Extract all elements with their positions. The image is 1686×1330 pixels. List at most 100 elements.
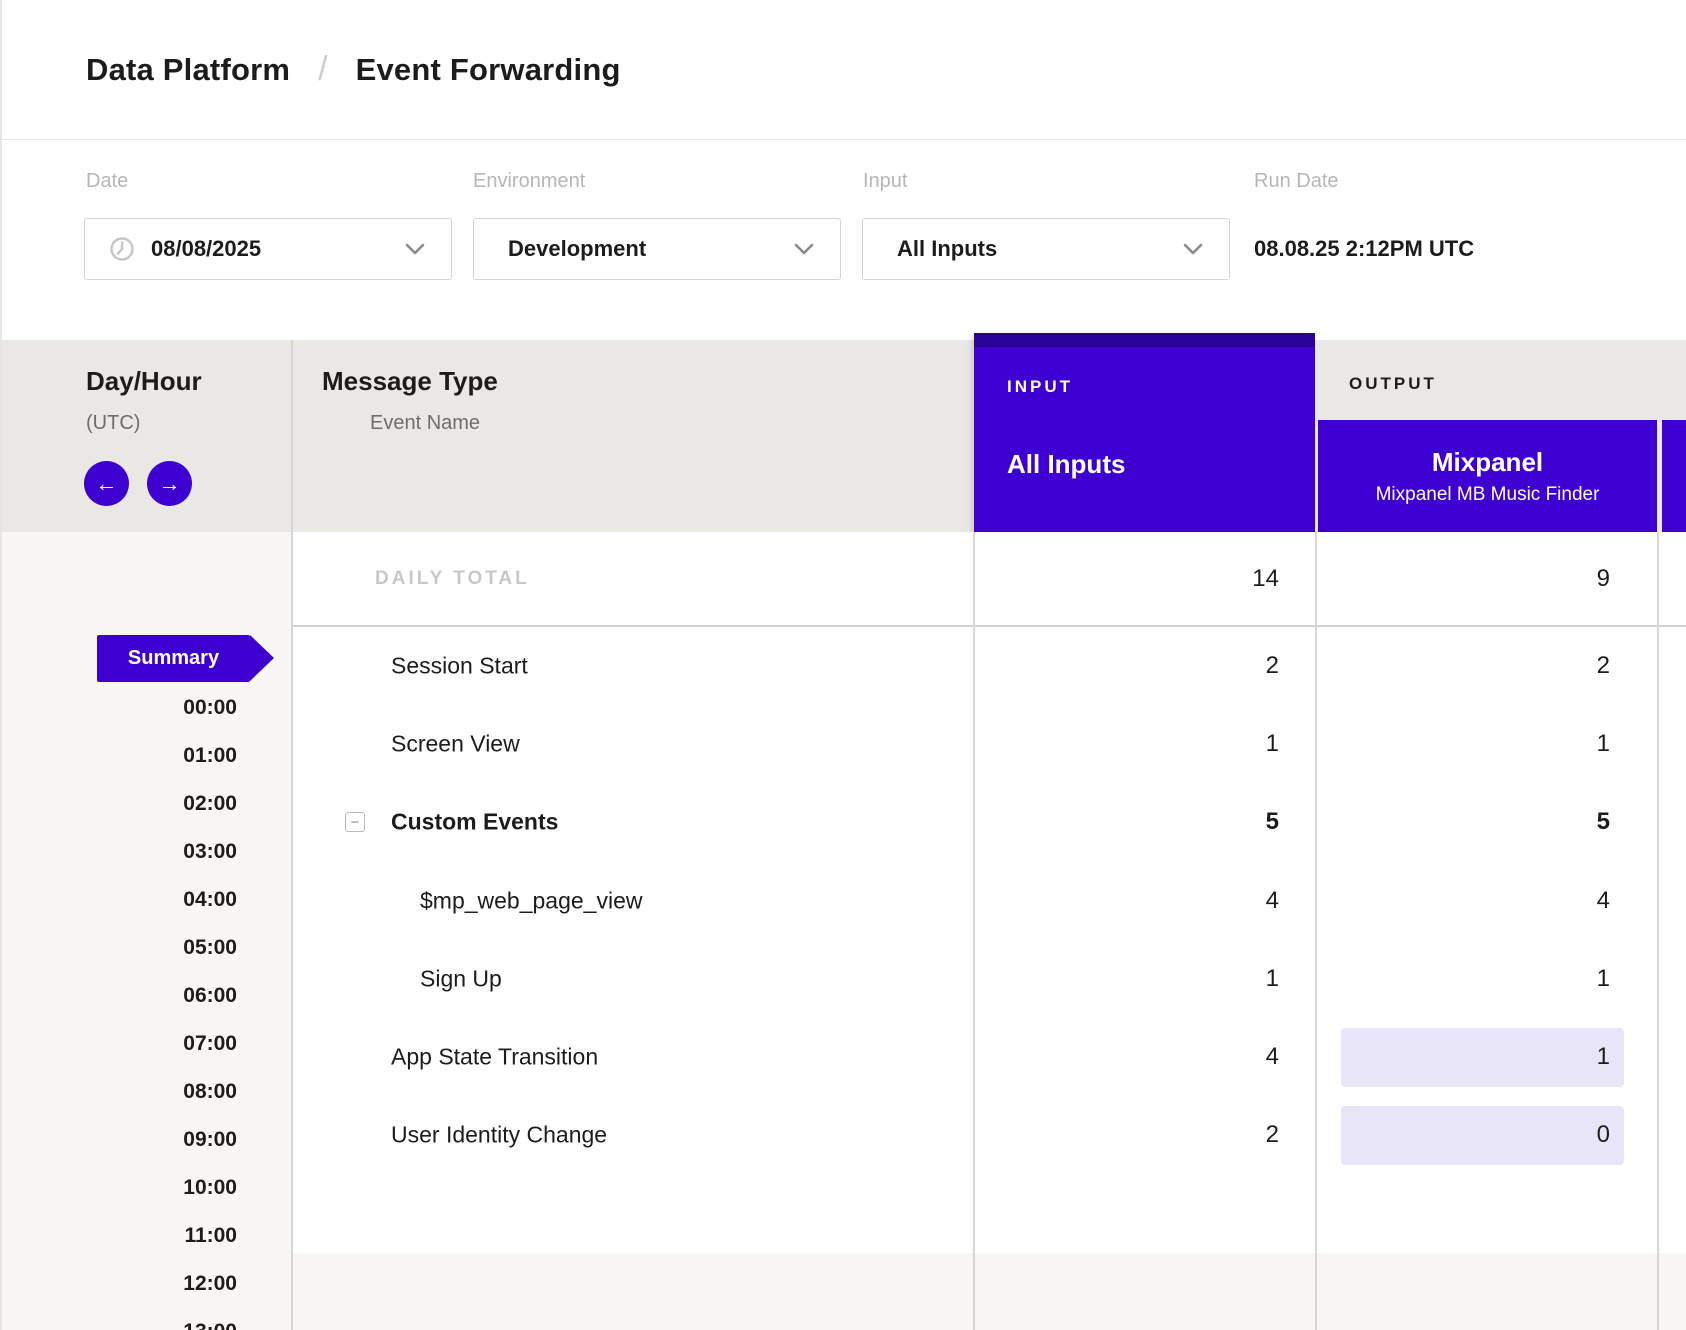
output-value: 2 [1597,652,1610,680]
input-value: 4 [1266,887,1279,915]
event-row: − User Identity Change 2 0 [291,1096,1686,1174]
event-row: − Custom Events 5 5 [291,783,1686,861]
input-value: 1 [1266,730,1279,758]
hour-row-label[interactable]: 10:00 [2,1164,291,1212]
input-cell: 2 [291,1096,1315,1174]
breadcrumb-separator: / [318,50,327,89]
event-row: − Session Start 2 2 [291,627,1686,705]
input-select[interactable]: All Inputs [862,218,1230,280]
previous-day-button[interactable]: ← [84,461,129,506]
date-select-value: 08/08/2025 [151,236,261,262]
date-select[interactable]: 08/08/2025 [84,218,452,280]
output-column-subname: Mixpanel MB Music Finder [1376,484,1600,506]
mixpanel-output-header[interactable]: Mixpanel Mixpanel MB Music Finder [1318,420,1657,532]
output-value-box[interactable]: 2 [1341,637,1624,696]
hour-row-label[interactable]: 04:00 [2,876,291,924]
column-divider [1315,532,1317,1330]
clock-icon [109,236,135,262]
date-filter-label: Date [86,170,128,193]
input-section-label: INPUT [1007,377,1073,397]
output-cell: 1 [1315,1018,1657,1096]
output-value: 1 [1597,1043,1610,1071]
input-filter-label: Input [863,170,907,193]
output-value-box[interactable]: 1 [1341,715,1624,774]
chevron-down-icon [794,243,814,255]
breadcrumb-section[interactable]: Data Platform [86,52,290,88]
hour-row-label[interactable]: 03:00 [2,828,291,876]
daily-total-input-value: 14 [1252,565,1279,593]
input-column-header: INPUT All Inputs [974,333,1315,532]
hour-row-label[interactable]: 12:00 [2,1260,291,1308]
hour-row-label[interactable]: 02:00 [2,780,291,828]
message-type-column-subtitle: Event Name [370,412,480,435]
daily-total-output-box: 9 [1341,549,1624,608]
hour-row-label[interactable]: 09:00 [2,1116,291,1164]
daily-total-input-cell: 14 [291,532,1315,625]
output-value: 5 [1597,808,1610,836]
input-select-value: All Inputs [897,236,997,262]
next-output-header-partial [1662,420,1686,532]
output-section-label: OUTPUT [1349,374,1437,394]
input-cell: 5 [291,783,1315,861]
output-value: 0 [1597,1121,1610,1149]
hour-row-label[interactable]: 08:00 [2,1068,291,1116]
output-cell: 2 [1315,627,1657,705]
hour-row-label[interactable]: 07:00 [2,1020,291,1068]
environment-filter-label: Environment [473,170,585,193]
next-day-button[interactable]: → [147,461,192,506]
event-row: − Screen View 1 1 [291,705,1686,783]
arrow-right-icon: → [159,471,181,497]
hour-row-label[interactable]: 00:00 [2,684,291,732]
event-row: − Sign Up 1 1 [291,940,1686,1018]
output-value: 1 [1597,730,1610,758]
page-title: Event Forwarding [356,52,621,88]
daily-total-row: DAILY TOTAL 14 9 [291,532,1686,627]
event-row: − $mp_web_page_view 4 4 [291,862,1686,940]
day-hour-sidebar: Summary 00:00 01:00 02:00 03:00 04:00 05… [2,532,291,1330]
output-column-name: Mixpanel [1432,447,1543,478]
input-value: 2 [1266,1121,1279,1149]
input-cell: 2 [291,627,1315,705]
hour-row-label[interactable]: 06:00 [2,972,291,1020]
breadcrumb: Data Platform / Event Forwarding [2,0,1686,140]
run-date-label: Run Date [1254,170,1339,193]
event-row: − App State Transition 4 1 [291,1018,1686,1096]
day-hour-column-title: Day/Hour [86,366,202,397]
empty-bottom-band [291,1253,1686,1330]
output-value-box[interactable]: 5 [1341,793,1624,852]
input-cell: 4 [291,1018,1315,1096]
hours-list: 00:00 01:00 02:00 03:00 04:00 05:00 06:0… [2,684,291,1330]
hour-row-label[interactable]: 01:00 [2,732,291,780]
summary-tag[interactable]: Summary [97,635,250,682]
chevron-down-icon [1183,243,1203,255]
input-cell: 4 [291,862,1315,940]
input-column-name: All Inputs [1007,449,1125,480]
output-value-box[interactable]: 4 [1341,871,1624,930]
input-column-header-strip [974,333,1315,347]
output-cell: 5 [1315,783,1657,861]
column-divider [973,532,975,1330]
event-forwarding-screen: Data Platform / Event Forwarding Date En… [0,0,1686,1330]
hour-row-label[interactable]: 05:00 [2,924,291,972]
environment-select[interactable]: Development [473,218,841,280]
arrow-left-icon: ← [96,471,118,497]
summary-tag-label: Summary [128,647,219,670]
output-value-box[interactable]: 1 [1341,1028,1624,1087]
output-cell: 1 [1315,705,1657,783]
output-cell: 0 [1315,1096,1657,1174]
input-cell: 1 [291,940,1315,1018]
output-cell: 4 [1315,862,1657,940]
chevron-down-icon [405,243,425,255]
output-cell: 1 [1315,940,1657,1018]
input-value: 2 [1266,652,1279,680]
output-value: 4 [1597,887,1610,915]
run-date-value: 08.08.25 2:12PM UTC [1254,236,1474,262]
input-cell: 1 [291,705,1315,783]
hour-row-label[interactable]: 13:00 [2,1308,291,1330]
output-value: 1 [1597,965,1610,993]
output-value-box[interactable]: 1 [1341,949,1624,1008]
hour-row-label[interactable]: 11:00 [2,1212,291,1260]
input-value: 4 [1266,1043,1279,1071]
event-rows: − Session Start 2 2 − Screen View 1 1 − … [291,627,1686,1174]
output-value-box[interactable]: 0 [1341,1106,1624,1165]
